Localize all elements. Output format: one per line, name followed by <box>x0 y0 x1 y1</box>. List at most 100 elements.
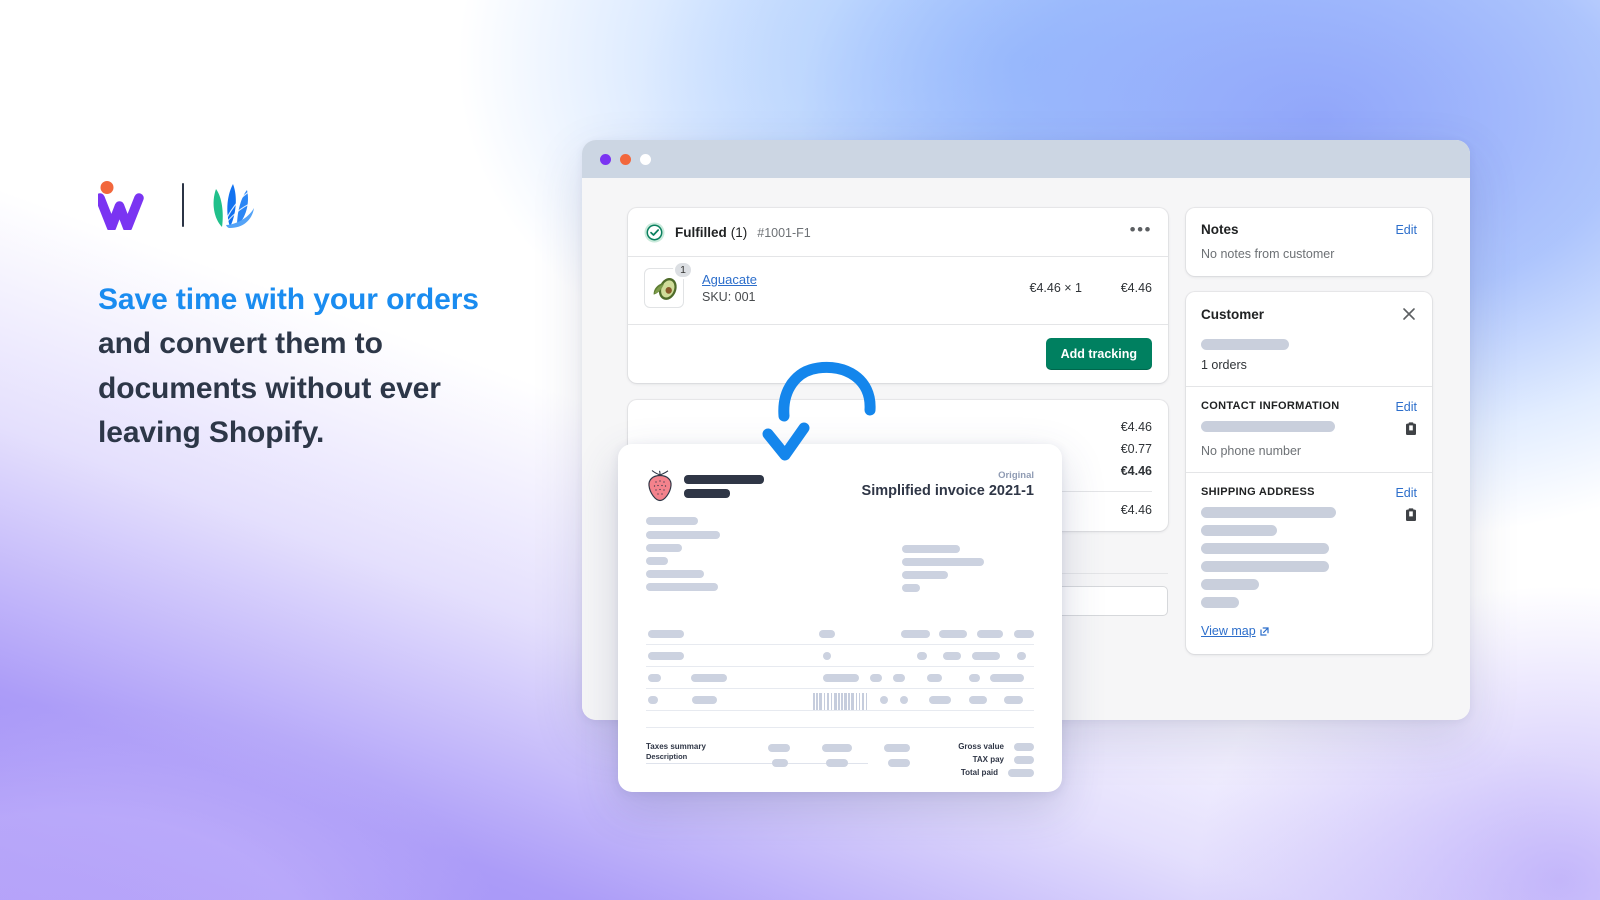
notes-body: No notes from customer <box>1201 247 1335 261</box>
address-line-placeholder <box>1201 561 1329 572</box>
table-row <box>646 667 1034 689</box>
invoice-placeholder-line <box>646 557 668 565</box>
window-maximize-dot[interactable] <box>640 153 651 165</box>
copy-icon[interactable] <box>1405 508 1417 522</box>
address-line-placeholder <box>1201 579 1259 590</box>
fulfillment-card: Fulfilled (1) #1001-F1 ••• 1 Aguacate SK… <box>628 208 1168 383</box>
fulfillment-header: Fulfilled (1) #1001-F1 ••• <box>628 208 1168 256</box>
fulfillment-actions: Add tracking <box>628 324 1168 383</box>
invoice-title-block: Original Simplified invoice 2021-1 <box>862 470 1034 499</box>
customer-email-placeholder <box>1201 421 1335 432</box>
contact-edit-button[interactable]: Edit <box>1395 400 1417 414</box>
copy-icon[interactable] <box>1405 422 1417 436</box>
headline-line-3: documents without ever <box>98 371 441 405</box>
view-map-label: View map <box>1201 624 1256 638</box>
summary-paid-value: €4.46 <box>1120 503 1152 517</box>
notes-edit-button[interactable]: Edit <box>1395 223 1417 237</box>
quantity-badge: 1 <box>673 261 693 279</box>
invoice-seller-address <box>646 531 720 597</box>
invoice-parties <box>646 531 1034 597</box>
tax-pay-label: TAX pay <box>972 755 1004 764</box>
taxes-values <box>768 744 910 767</box>
leaf-fan-logo-icon <box>213 184 255 228</box>
product-sku: SKU: 001 <box>702 290 756 304</box>
headline-line-2: and convert them to <box>98 327 383 361</box>
fulfillment-count: (1) <box>730 225 748 240</box>
view-map-link[interactable]: View map <box>1201 624 1269 638</box>
fulfillment-reference: #1001-F1 <box>757 225 811 240</box>
table-row <box>646 645 1034 667</box>
notes-header: Notes Edit <box>1186 208 1432 247</box>
invoice-placeholder-line <box>902 571 948 579</box>
invoice-title: Simplified invoice 2021-1 <box>861 483 1034 499</box>
curved-arrow-annotation <box>762 361 876 461</box>
line-unit-price: €4.46 × 1 <box>1029 281 1082 295</box>
page-title: Save time with your orders and convert t… <box>98 278 568 456</box>
customer-header: Customer <box>1186 292 1432 332</box>
invoice-placeholder-line <box>902 558 984 566</box>
invoice-footer: Taxes summary Description Gross value TA… <box>646 742 1034 781</box>
order-side-column: Notes Edit No notes from customer Custom… <box>1186 208 1432 720</box>
check-circle-icon <box>644 222 665 243</box>
invoice-placeholder-line <box>646 570 704 578</box>
barcode-icon <box>813 690 867 710</box>
notes-card: Notes Edit No notes from customer <box>1186 208 1432 276</box>
shipping-label: SHIPPING ADDRESS <box>1201 486 1315 498</box>
close-icon[interactable] <box>1401 306 1417 322</box>
invoice-placeholder-line <box>902 584 920 592</box>
invoice-placeholder-line <box>646 544 682 552</box>
summary-total-value: €4.46 <box>1120 464 1152 478</box>
invoice-seller-block <box>646 517 1034 525</box>
window-minimize-dot[interactable] <box>620 153 631 165</box>
strawberry-icon <box>648 470 672 502</box>
invoice-header: Original Simplified invoice 2021-1 <box>646 470 1034 503</box>
browser-title-bar <box>582 140 1470 178</box>
line-item-info: Aguacate SKU: 001 <box>702 272 757 304</box>
table-row-with-barcode <box>646 689 1034 711</box>
customer-title: Customer <box>1201 306 1265 322</box>
invoice-placeholder-line <box>646 583 718 591</box>
shipping-header: SHIPPING ADDRESS Edit <box>1201 486 1417 500</box>
headline-line-4: leaving Shopify. <box>98 416 325 450</box>
summary-subtotal-value: €4.46 <box>1120 420 1152 434</box>
add-tracking-button[interactable]: Add tracking <box>1045 338 1152 370</box>
contact-information-section: CONTACT INFORMATION Edit No phone number <box>1186 386 1432 472</box>
summary-row: €4.46 <box>644 416 1152 438</box>
invoice-brand-placeholder <box>684 470 764 503</box>
no-phone-text: No phone number <box>1201 444 1302 458</box>
logo-lockup <box>98 176 568 234</box>
product-thumbnail-wrap: 1 <box>644 261 693 308</box>
contact-header: CONTACT INFORMATION Edit <box>1201 400 1417 414</box>
invoice-placeholder-line <box>646 517 698 525</box>
line-item-row: 1 Aguacate SKU: 001 €4.46 × 1 €4.46 <box>628 256 1168 324</box>
marketing-column: Save time with your orders and convert t… <box>98 176 568 456</box>
invoice-placeholder-line <box>902 545 960 553</box>
customer-card: Customer 1 orders CONTACT INFORMATION Ed… <box>1186 292 1432 654</box>
window-close-dot[interactable] <box>600 153 611 165</box>
address-line-placeholder <box>1201 507 1336 518</box>
external-link-icon <box>1260 626 1269 636</box>
total-paid-row: Total paid <box>958 768 1034 777</box>
total-paid-label: Total paid <box>960 768 998 777</box>
shipping-address-section: SHIPPING ADDRESS Edit View map <box>1186 472 1432 654</box>
tax-pay-row: TAX pay <box>958 755 1034 764</box>
customer-name-placeholder <box>1201 339 1289 350</box>
shipping-edit-button[interactable]: Edit <box>1395 486 1417 500</box>
wanderlust-w-logo-icon <box>98 181 144 230</box>
summary-tax-value: €0.77 <box>1120 442 1152 456</box>
line-total-price: €4.46 <box>1120 281 1152 295</box>
invoice-original-label: Original <box>998 470 1034 481</box>
contact-email-row <box>1201 414 1417 439</box>
invoice-placeholder-line <box>646 531 720 539</box>
logo-divider <box>182 183 184 227</box>
invoice-line-table <box>646 623 1034 728</box>
headline-line-1: Save time with your orders <box>98 283 479 316</box>
fulfillment-status: Fulfilled <box>675 225 727 240</box>
more-actions-icon[interactable]: ••• <box>1130 221 1152 240</box>
product-link[interactable]: Aguacate <box>702 272 757 287</box>
invoice-totals-block: Gross value TAX pay Total paid <box>958 742 1034 781</box>
address-line-placeholder <box>1201 543 1329 554</box>
customer-identity: 1 orders <box>1186 339 1432 386</box>
brand-sub-placeholder <box>684 489 730 498</box>
invoice-buyer-address <box>902 531 984 597</box>
